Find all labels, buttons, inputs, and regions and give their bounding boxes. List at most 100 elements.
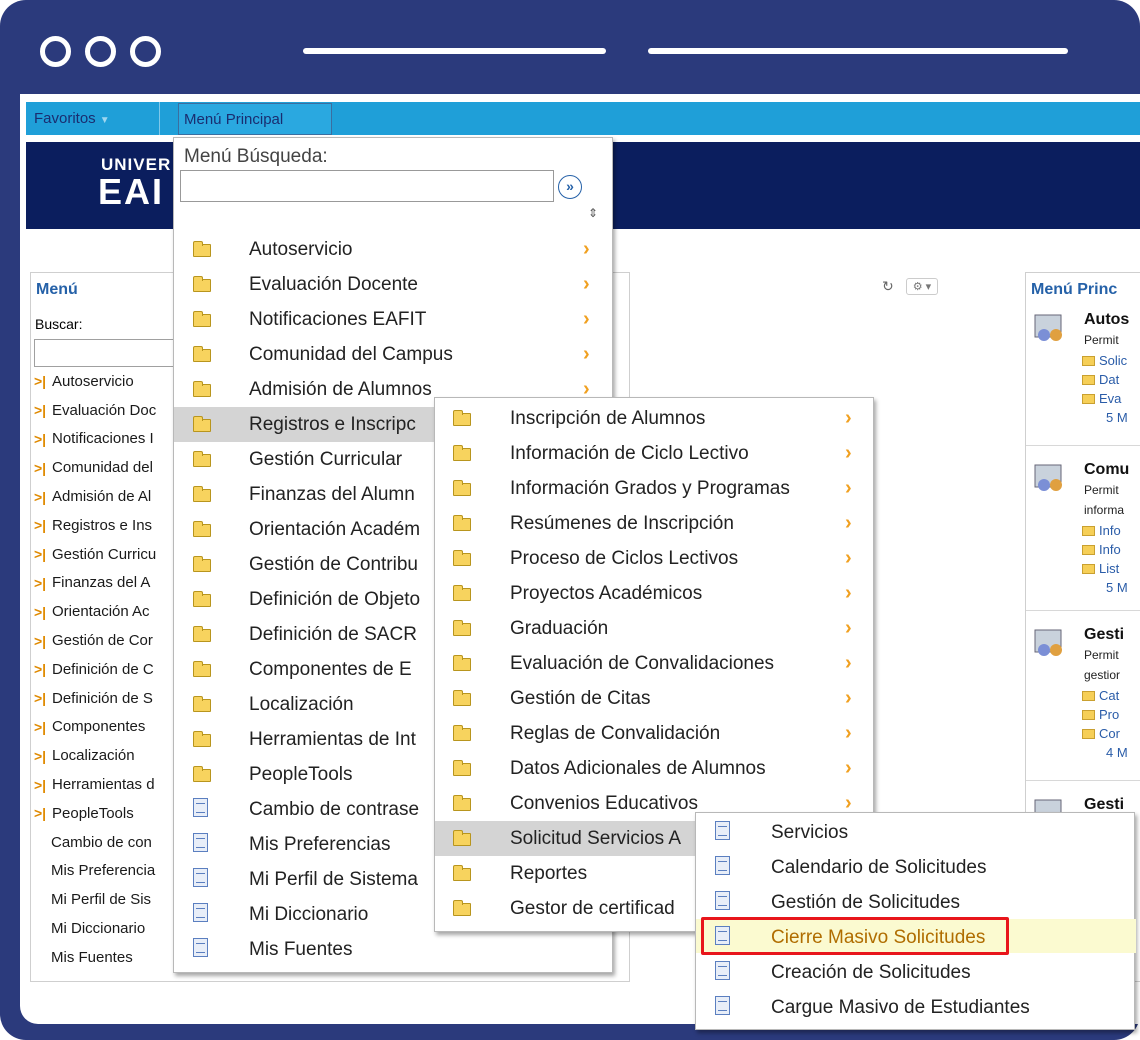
menu-item[interactable]: Evaluación Docente › bbox=[174, 267, 612, 302]
menu-item[interactable]: Mi Diccionario bbox=[31, 914, 156, 943]
menu-item[interactable]: >| Definición de S bbox=[31, 684, 156, 713]
menu-pagelet-title: Menú bbox=[36, 281, 78, 298]
section-link[interactable]: Info bbox=[1082, 523, 1121, 538]
menu-item[interactable]: >| Autoservicio bbox=[31, 367, 156, 396]
menu-item[interactable]: Creación de Solicitudes bbox=[696, 955, 1134, 990]
more-link[interactable]: 5 M bbox=[1106, 410, 1128, 425]
search-go-icon[interactable]: » bbox=[558, 175, 582, 199]
menu-item[interactable]: Datos Adicionales de Alumnos › bbox=[435, 751, 873, 786]
folder-icon bbox=[453, 865, 471, 881]
section-link[interactable]: Eva bbox=[1082, 391, 1121, 406]
section-link[interactable]: Dat bbox=[1082, 372, 1119, 387]
menu-item[interactable]: >| Registros e Ins bbox=[31, 511, 156, 540]
menu-item[interactable]: Información Grados y Programas › bbox=[435, 471, 873, 506]
document-icon bbox=[193, 868, 208, 887]
menu-item-label: Cambio de con bbox=[51, 833, 152, 851]
menu-item[interactable]: Mi Perfil de Sis bbox=[31, 885, 156, 914]
favorites-menu[interactable]: Favoritos ▼ bbox=[34, 110, 110, 127]
section-heading[interactable]: Autos bbox=[1084, 311, 1129, 329]
menu-item-label: Reglas de Convalidación bbox=[510, 722, 721, 744]
window-dot-icon[interactable] bbox=[130, 36, 161, 67]
folder-icon bbox=[453, 795, 471, 811]
menu-item[interactable]: >| Herramientas d bbox=[31, 770, 156, 799]
menu-item[interactable]: Reglas de Convalidación › bbox=[435, 716, 873, 751]
menu-item[interactable]: Cambio de con bbox=[31, 828, 156, 857]
menu-item-label: Mi Diccionario bbox=[51, 920, 146, 938]
section-link-label: List bbox=[1099, 561, 1120, 576]
section-divider bbox=[1026, 780, 1140, 781]
menu-item[interactable]: >| Finanzas del A bbox=[31, 569, 156, 598]
more-link[interactable]: 5 M bbox=[1106, 580, 1128, 595]
section-link[interactable]: Cat bbox=[1082, 688, 1119, 703]
document-icon bbox=[715, 961, 730, 980]
menu-item[interactable]: Calendario de Solicitudes bbox=[696, 850, 1134, 885]
menu-item[interactable]: Cargue Masivo de Estudiantes bbox=[696, 990, 1134, 1025]
menu-item[interactable]: >| Localización bbox=[31, 741, 156, 770]
favorites-label: Favoritos bbox=[34, 110, 96, 127]
section-link-label: Solic bbox=[1099, 353, 1128, 368]
folder-icon bbox=[193, 416, 211, 432]
refresh-icon[interactable]: ↻ bbox=[882, 278, 894, 295]
search-input[interactable] bbox=[34, 339, 184, 367]
menu-item[interactable]: >| Componentes bbox=[31, 713, 156, 742]
menu-item[interactable]: >| Definición de C bbox=[31, 655, 156, 684]
menu-item-label: Proyectos Académicos bbox=[510, 582, 703, 604]
chevron-right-icon: › bbox=[845, 512, 852, 534]
window-dot-icon[interactable] bbox=[40, 36, 71, 67]
menu-item[interactable]: Resúmenes de Inscripción › bbox=[435, 506, 873, 541]
menu-item[interactable]: Gestión de Solicitudes bbox=[696, 885, 1134, 920]
chevron-right-icon: › bbox=[845, 722, 852, 744]
menu-item[interactable]: >| Orientación Ac bbox=[31, 597, 156, 626]
section-description: Permit bbox=[1084, 648, 1119, 662]
menu-item[interactable]: Información de Ciclo Lectivo › bbox=[435, 436, 873, 471]
gear-icon[interactable]: ⚙ ▾ bbox=[905, 278, 939, 295]
main-menu-pagelet-title: Menú Princ bbox=[1031, 281, 1118, 298]
window-dot-icon[interactable] bbox=[85, 36, 116, 67]
menu-item[interactable]: Autoservicio › bbox=[174, 232, 612, 267]
menu-item[interactable]: Notificaciones EAFIT › bbox=[174, 302, 612, 337]
main-menu-tab[interactable]: Menú Principal bbox=[178, 103, 332, 135]
menu-item[interactable]: >| Evaluación Doc bbox=[31, 396, 156, 425]
menu-item-label: PeopleTools bbox=[249, 763, 353, 785]
section-link[interactable]: Solic bbox=[1082, 353, 1127, 368]
menu-item[interactable]: Servicios bbox=[696, 815, 1134, 850]
more-link[interactable]: 4 M bbox=[1106, 745, 1128, 760]
menu-item[interactable]: >| Comunidad del bbox=[31, 453, 156, 482]
menu-item[interactable]: Gestión de Citas › bbox=[435, 681, 873, 716]
window-controls bbox=[40, 36, 161, 67]
folder-icon bbox=[193, 766, 211, 782]
section-link[interactable]: List bbox=[1082, 561, 1119, 576]
section-link[interactable]: Info bbox=[1082, 542, 1121, 557]
chevron-right-icon: >| bbox=[34, 517, 47, 534]
menu-item[interactable]: Graduación › bbox=[435, 611, 873, 646]
section-link[interactable]: Pro bbox=[1082, 707, 1119, 722]
folder-icon bbox=[193, 521, 211, 537]
menu-item-label: Orientación Ac bbox=[52, 603, 150, 621]
chevron-right-icon: >| bbox=[34, 603, 47, 620]
menu-item[interactable]: >| Admisión de Al bbox=[31, 482, 156, 511]
menu-item[interactable]: Mis Fuentes bbox=[174, 932, 612, 967]
section-description: gestior bbox=[1084, 668, 1121, 682]
section-heading[interactable]: Gesti bbox=[1084, 626, 1124, 644]
menu-item[interactable]: Mis Fuentes bbox=[31, 943, 156, 972]
menu-item[interactable]: Inscripción de Alumnos › bbox=[435, 401, 873, 436]
menu-list: >| Autoservicio >| Evaluación Doc >| Notifica… bbox=[31, 367, 156, 972]
menu-item[interactable]: Proyectos Académicos › bbox=[435, 576, 873, 611]
section-link[interactable]: Cor bbox=[1082, 726, 1120, 741]
sort-icon[interactable]: ⇕ bbox=[588, 206, 598, 220]
menu-search-input[interactable] bbox=[180, 170, 554, 202]
menu-item[interactable]: >| Gestión Curricu bbox=[31, 540, 156, 569]
chevron-right-icon: >| bbox=[34, 805, 47, 822]
menu-item[interactable]: >| PeopleTools bbox=[31, 799, 156, 828]
menu-item[interactable]: Cierre Masivo Solicitudes bbox=[696, 920, 1134, 955]
menu-item[interactable]: Evaluación de Convalidaciones › bbox=[435, 646, 873, 681]
menu-item[interactable]: Mis Preferencia bbox=[31, 857, 156, 886]
menu-item-label: Mi Diccionario bbox=[249, 903, 369, 925]
menu-item[interactable]: >| Gestión de Cor bbox=[31, 626, 156, 655]
chevron-right-icon: › bbox=[583, 308, 590, 330]
section-heading[interactable]: Comu bbox=[1084, 461, 1129, 479]
menu-item[interactable]: >| Notificaciones I bbox=[31, 425, 156, 454]
menu-item[interactable]: Proceso de Ciclos Lectivos › bbox=[435, 541, 873, 576]
folder-icon bbox=[193, 451, 211, 467]
menu-item[interactable]: Comunidad del Campus › bbox=[174, 337, 612, 372]
